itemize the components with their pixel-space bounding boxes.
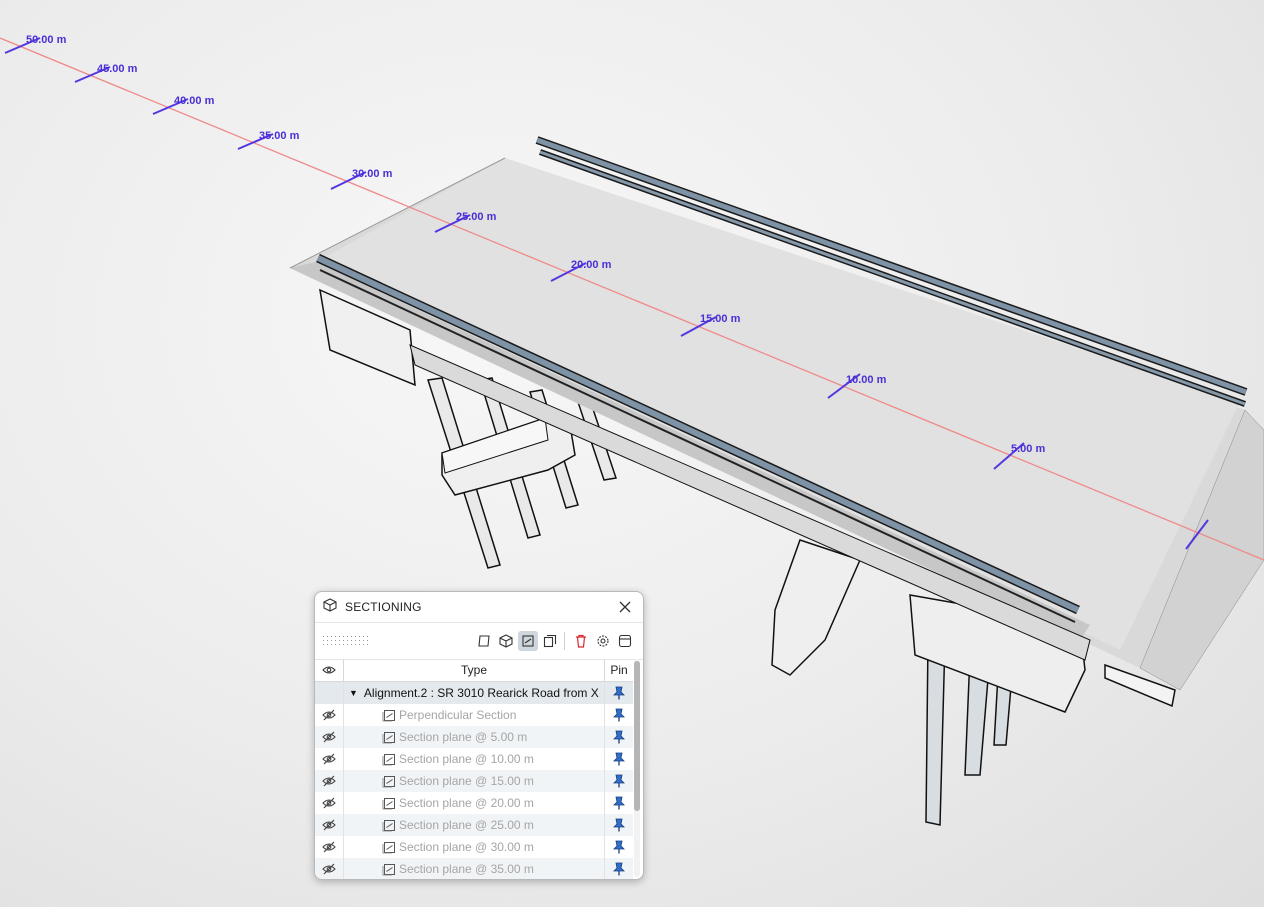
eye-icon[interactable] [315, 659, 344, 681]
section-label: Section plane @ 35.00 m [399, 862, 534, 876]
pin-icon[interactable] [605, 858, 633, 879]
section-label: Section plane @ 10.00 m [399, 752, 534, 766]
eye-off-icon[interactable] [315, 814, 344, 836]
gear-icon[interactable] [593, 631, 613, 651]
alignment-row[interactable]: ▼ Alignment.2 : SR 3010 Rearick Road fro… [315, 682, 633, 704]
section-label: Perpendicular Section [399, 708, 517, 722]
section-label: Section plane @ 25.00 m [399, 818, 534, 832]
alignment-label: Alignment.2 : SR 3010 Rearick Road from … [363, 686, 599, 700]
eye-off-icon[interactable] [315, 726, 344, 748]
section-label: Section plane @ 20.00 m [399, 796, 534, 810]
station-label-5: 5.00 m [1011, 443, 1045, 455]
section-plane-icon [382, 796, 396, 810]
section-label: Section plane @ 5.00 m [399, 730, 528, 744]
collapse-triangle-icon[interactable]: ▼ [349, 688, 358, 698]
section-row[interactable]: Section plane @ 5.00 m [315, 726, 633, 748]
pin-icon[interactable] [605, 748, 633, 770]
pin-icon[interactable] [605, 836, 633, 858]
section-row[interactable]: Section plane @ 30.00 m [315, 836, 633, 858]
station-label-25: 25.00 m [456, 211, 497, 223]
eye-off-icon[interactable] [315, 770, 344, 792]
section-row[interactable]: Perpendicular Section [315, 704, 633, 726]
scrollbar-thumb[interactable] [634, 661, 640, 811]
section-row[interactable]: Section plane @ 25.00 m [315, 814, 633, 836]
pin-icon[interactable] [605, 814, 633, 836]
section-plane-icon [382, 818, 396, 832]
sectioning-panel: SECTIONING Type Pin ▼ Alignment.2: SR 3… [314, 591, 644, 880]
section-plane-icon [382, 708, 396, 722]
pin-icon[interactable] [605, 792, 633, 814]
pin-icon[interactable] [605, 770, 633, 792]
panel-header[interactable]: SECTIONING [315, 592, 643, 623]
section-plane-icon [382, 774, 396, 788]
section-row[interactable]: Section plane @ 20.00 m [315, 792, 633, 814]
panel-toolbar [315, 623, 643, 660]
section-row[interactable]: Section plane @ 15.00 m [315, 770, 633, 792]
station-label-45: 45.00 m [97, 63, 138, 75]
station-label-20: 20.00 m [571, 259, 612, 271]
station-label-10: 10.00 m [846, 374, 887, 386]
panel-title: SECTIONING [345, 600, 422, 614]
section-label: Section plane @ 15.00 m [399, 774, 534, 788]
eye-off-icon[interactable] [315, 748, 344, 770]
box-icon[interactable] [496, 631, 516, 651]
type-column-header[interactable]: Type [344, 659, 605, 681]
section-row[interactable]: Section plane @ 10.00 m [315, 748, 633, 770]
station-label-35: 35.00 m [259, 130, 300, 142]
cube-icon [323, 597, 337, 617]
eye-off-icon[interactable] [315, 792, 344, 814]
section-plane-icon [382, 730, 396, 744]
grid-header: Type Pin [315, 659, 633, 682]
section-row[interactable]: Section plane @ 35.00 m [315, 858, 633, 879]
panel-icon[interactable] [615, 631, 635, 651]
station-label-15: 15.00 m [700, 313, 741, 325]
close-icon[interactable] [615, 597, 635, 617]
eye-off-icon[interactable] [315, 836, 344, 858]
trash-icon[interactable] [571, 631, 591, 651]
section-label: Section plane @ 30.00 m [399, 840, 534, 854]
section-plane-icon [382, 840, 396, 854]
pin-icon[interactable] [605, 704, 633, 726]
copy-planes-icon[interactable] [540, 631, 560, 651]
section-align-icon[interactable] [518, 631, 538, 651]
drag-grip[interactable] [323, 634, 369, 648]
panel-scrollbar[interactable] [634, 659, 640, 877]
sections-grid: Type Pin ▼ Alignment.2 : SR 3010 Rearick… [315, 659, 633, 879]
pin-column-header[interactable]: Pin [605, 659, 633, 681]
section-plane-icon [382, 752, 396, 766]
eye-off-icon[interactable] [315, 858, 344, 879]
pin-icon[interactable] [605, 726, 633, 748]
alignment-line [0, 37, 1264, 561]
section-plane-icon [382, 862, 396, 876]
pin-icon[interactable] [605, 682, 633, 704]
station-label-40: 40.00 m [174, 95, 215, 107]
station-label-50: 50.00 m [26, 34, 67, 46]
eye-off-icon[interactable] [315, 704, 344, 726]
section-rows: Perpendicular Section Section plane @ 5.0… [315, 704, 633, 879]
plane-icon[interactable] [474, 631, 494, 651]
station-label-30: 30.00 m [352, 168, 393, 180]
